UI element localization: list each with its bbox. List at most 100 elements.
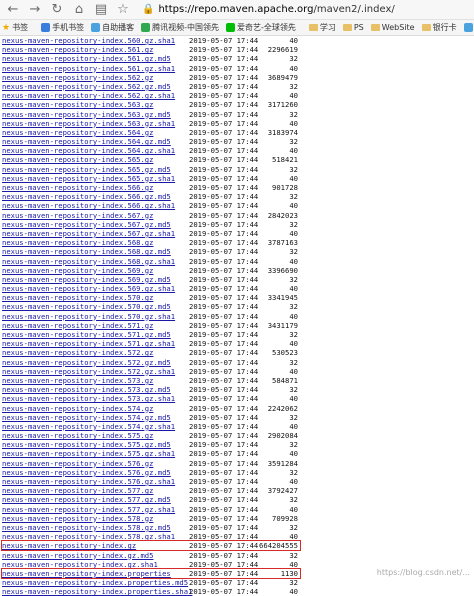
file-date: 2019-05-07 17:44 [189, 165, 258, 174]
file-link[interactable]: nexus-maven-repository-index.574.gz.md5 [2, 413, 171, 422]
file-link[interactable]: nexus-maven-repository-index.576.gz [2, 459, 153, 468]
file-size: 3787163 [268, 238, 298, 247]
file-link[interactable]: nexus-maven-repository-index.565.gz.md5 [2, 165, 171, 174]
bookmark-item[interactable]: 手机书签 [41, 22, 84, 33]
reload-icon[interactable]: ↻ [48, 1, 66, 19]
file-link[interactable]: nexus-maven-repository-index.573.gz.md5 [2, 385, 171, 394]
file-date: 2019-05-07 17:44 [189, 312, 258, 321]
file-link[interactable]: nexus-maven-repository-index.568.gz.md5 [2, 247, 171, 256]
file-row: nexus-maven-repository-index.561.gz.md52… [0, 54, 474, 63]
file-row: nexus-maven-repository-index.567.gz2019-… [0, 211, 474, 220]
bookmark-item[interactable]: 1.2.2 [464, 23, 474, 32]
file-link[interactable]: nexus-maven-repository-index.566.gz.md5 [2, 192, 171, 201]
file-row: nexus-maven-repository-index.566.gz.sha1… [0, 201, 474, 210]
file-link[interactable]: nexus-maven-repository-index.572.gz [2, 348, 153, 357]
file-link[interactable]: nexus-maven-repository-index.566.gz [2, 183, 153, 192]
bookmark-item[interactable]: 银行卡 [422, 22, 457, 33]
file-link[interactable]: nexus-maven-repository-index.564.gz.sha1 [2, 146, 175, 155]
file-link[interactable]: nexus-maven-repository-index.575.gz.md5 [2, 440, 171, 449]
file-link[interactable]: nexus-maven-repository-index.569.gz.md5 [2, 275, 171, 284]
file-link[interactable]: nexus-maven-repository-index.576.gz.md5 [2, 468, 171, 477]
file-link[interactable]: nexus-maven-repository-index.564.gz [2, 128, 153, 137]
bookmark-item[interactable]: 学习 [309, 22, 336, 33]
file-link[interactable]: nexus-maven-repository-index.577.gz.sha1 [2, 505, 175, 514]
file-row: nexus-maven-repository-index.565.gz.sha1… [0, 174, 474, 183]
file-link[interactable]: nexus-maven-repository-index.562.gz.md5 [2, 82, 171, 91]
file-link[interactable]: nexus-maven-repository-index.560.gz.sha1 [2, 36, 175, 45]
bookmark-item[interactable]: 自助播客 [91, 22, 134, 33]
home-icon[interactable]: ⌂ [70, 1, 88, 19]
file-size: 32 [289, 523, 298, 532]
file-link[interactable]: nexus-maven-repository-index.574.gz [2, 404, 153, 413]
bookmark-item[interactable]: ★书签 [2, 22, 28, 33]
file-row: nexus-maven-repository-index.573.gz.md52… [0, 385, 474, 394]
file-link[interactable]: nexus-maven-repository-index.properties.… [2, 587, 192, 596]
file-link[interactable]: nexus-maven-repository-index.569.gz.sha1 [2, 284, 175, 293]
file-link[interactable]: nexus-maven-repository-index.576.gz.sha1 [2, 477, 175, 486]
bookmark-item[interactable]: PS [343, 23, 364, 32]
file-link[interactable]: nexus-maven-repository-index.578.gz.md5 [2, 523, 171, 532]
file-link[interactable]: nexus-maven-repository-index.573.gz [2, 376, 153, 385]
file-link[interactable]: nexus-maven-repository-index.563.gz.md5 [2, 110, 171, 119]
bookmark-item[interactable]: WebSite [371, 23, 415, 32]
file-link[interactable]: nexus-maven-repository-index.561.gz.md5 [2, 54, 171, 63]
file-link[interactable]: nexus-maven-repository-index.561.gz [2, 45, 153, 54]
file-row: nexus-maven-repository-index.561.gz2019-… [0, 45, 474, 54]
file-link[interactable]: nexus-maven-repository-index.570.gz.md5 [2, 302, 171, 311]
file-link[interactable]: nexus-maven-repository-index.572.gz.sha1 [2, 367, 175, 376]
bookmark-label: WebSite [382, 23, 415, 32]
file-link[interactable]: nexus-maven-repository-index.577.gz.md5 [2, 495, 171, 504]
file-link[interactable]: nexus-maven-repository-index.565.gz [2, 155, 153, 164]
file-link[interactable]: nexus-maven-repository-index.571.gz [2, 321, 153, 330]
file-date: 2019-05-07 17:44 [189, 155, 258, 164]
file-link[interactable]: nexus-maven-repository-index.573.gz.sha1 [2, 394, 175, 403]
file-date: 2019-05-07 17:44 [189, 128, 258, 137]
file-link[interactable]: nexus-maven-repository-index.563.gz.sha1 [2, 119, 175, 128]
file-size: 40 [289, 367, 298, 376]
directory-listing: nexus-maven-repository-index.560.gz.sha1… [0, 36, 474, 596]
file-size: 40 [289, 587, 298, 596]
forward-icon[interactable]: → [26, 1, 44, 19]
file-link[interactable]: nexus-maven-repository-index.gz.md5 [2, 551, 153, 560]
file-size: 32 [289, 247, 298, 256]
file-link[interactable]: nexus-maven-repository-index.565.gz.sha1 [2, 174, 175, 183]
file-link[interactable]: nexus-maven-repository-index.578.gz [2, 514, 153, 523]
file-link[interactable]: nexus-maven-repository-index.563.gz [2, 100, 153, 109]
file-date: 2019-05-07 17:44 [189, 440, 258, 449]
file-link[interactable]: nexus-maven-repository-index.574.gz.sha1 [2, 422, 175, 431]
file-link[interactable]: nexus-maven-repository-index.567.gz [2, 211, 153, 220]
file-link[interactable]: nexus-maven-repository-index.569.gz [2, 266, 153, 275]
file-link[interactable]: nexus-maven-repository-index.566.gz.sha1 [2, 201, 175, 210]
file-link[interactable]: nexus-maven-repository-index.567.gz.md5 [2, 220, 171, 229]
file-link[interactable]: nexus-maven-repository-index.571.gz.md5 [2, 330, 171, 339]
file-link[interactable]: nexus-maven-repository-index.570.gz [2, 293, 153, 302]
bookmarks-bar: ★书签 手机书签自助播客腾讯视频-中国领先爱奇艺-全球领先 学习 PS WebSite 银… [0, 20, 474, 36]
file-link[interactable]: nexus-maven-repository-index.570.gz.sha1 [2, 312, 175, 321]
file-link[interactable]: nexus-maven-repository-index.562.gz.sha1 [2, 91, 175, 100]
file-link[interactable]: nexus-maven-repository-index.567.gz.sha1 [2, 229, 175, 238]
back-icon[interactable]: ← [4, 1, 22, 19]
file-date: 2019-05-07 17:44 [189, 266, 258, 275]
file-size: 32 [289, 137, 298, 146]
file-link[interactable]: nexus-maven-repository-index.568.gz.sha1 [2, 257, 175, 266]
file-link[interactable]: nexus-maven-repository-index.575.gz [2, 431, 153, 440]
file-link[interactable]: nexus-maven-repository-index.properties.… [2, 578, 188, 587]
reader-icon[interactable]: ▤ [92, 1, 110, 19]
file-link[interactable]: nexus-maven-repository-index.572.gz.md5 [2, 358, 171, 367]
file-link[interactable]: nexus-maven-repository-index.571.gz.sha1 [2, 339, 175, 348]
file-size: 32 [289, 440, 298, 449]
bookmark-item[interactable]: 腾讯视频-中国领先 [141, 22, 219, 33]
file-row: nexus-maven-repository-index.561.gz.sha1… [0, 64, 474, 73]
folder-icon [371, 24, 380, 31]
file-link[interactable]: nexus-maven-repository-index.575.gz.sha1 [2, 449, 175, 458]
file-size: 32 [289, 578, 298, 587]
bookmark-label: 学习 [320, 22, 336, 33]
file-link[interactable]: nexus-maven-repository-index.562.gz [2, 73, 153, 82]
address-bar[interactable]: 🔒 https://repo.maven.apache.org/maven2/.… [142, 4, 470, 15]
file-link[interactable]: nexus-maven-repository-index.568.gz [2, 238, 153, 247]
file-link[interactable]: nexus-maven-repository-index.564.gz.md5 [2, 137, 171, 146]
bookmark-star-icon[interactable]: ☆ [114, 1, 132, 19]
bookmark-item[interactable]: 爱奇艺-全球领先 [226, 22, 296, 33]
file-link[interactable]: nexus-maven-repository-index.561.gz.sha1 [2, 64, 175, 73]
file-link[interactable]: nexus-maven-repository-index.577.gz [2, 486, 153, 495]
